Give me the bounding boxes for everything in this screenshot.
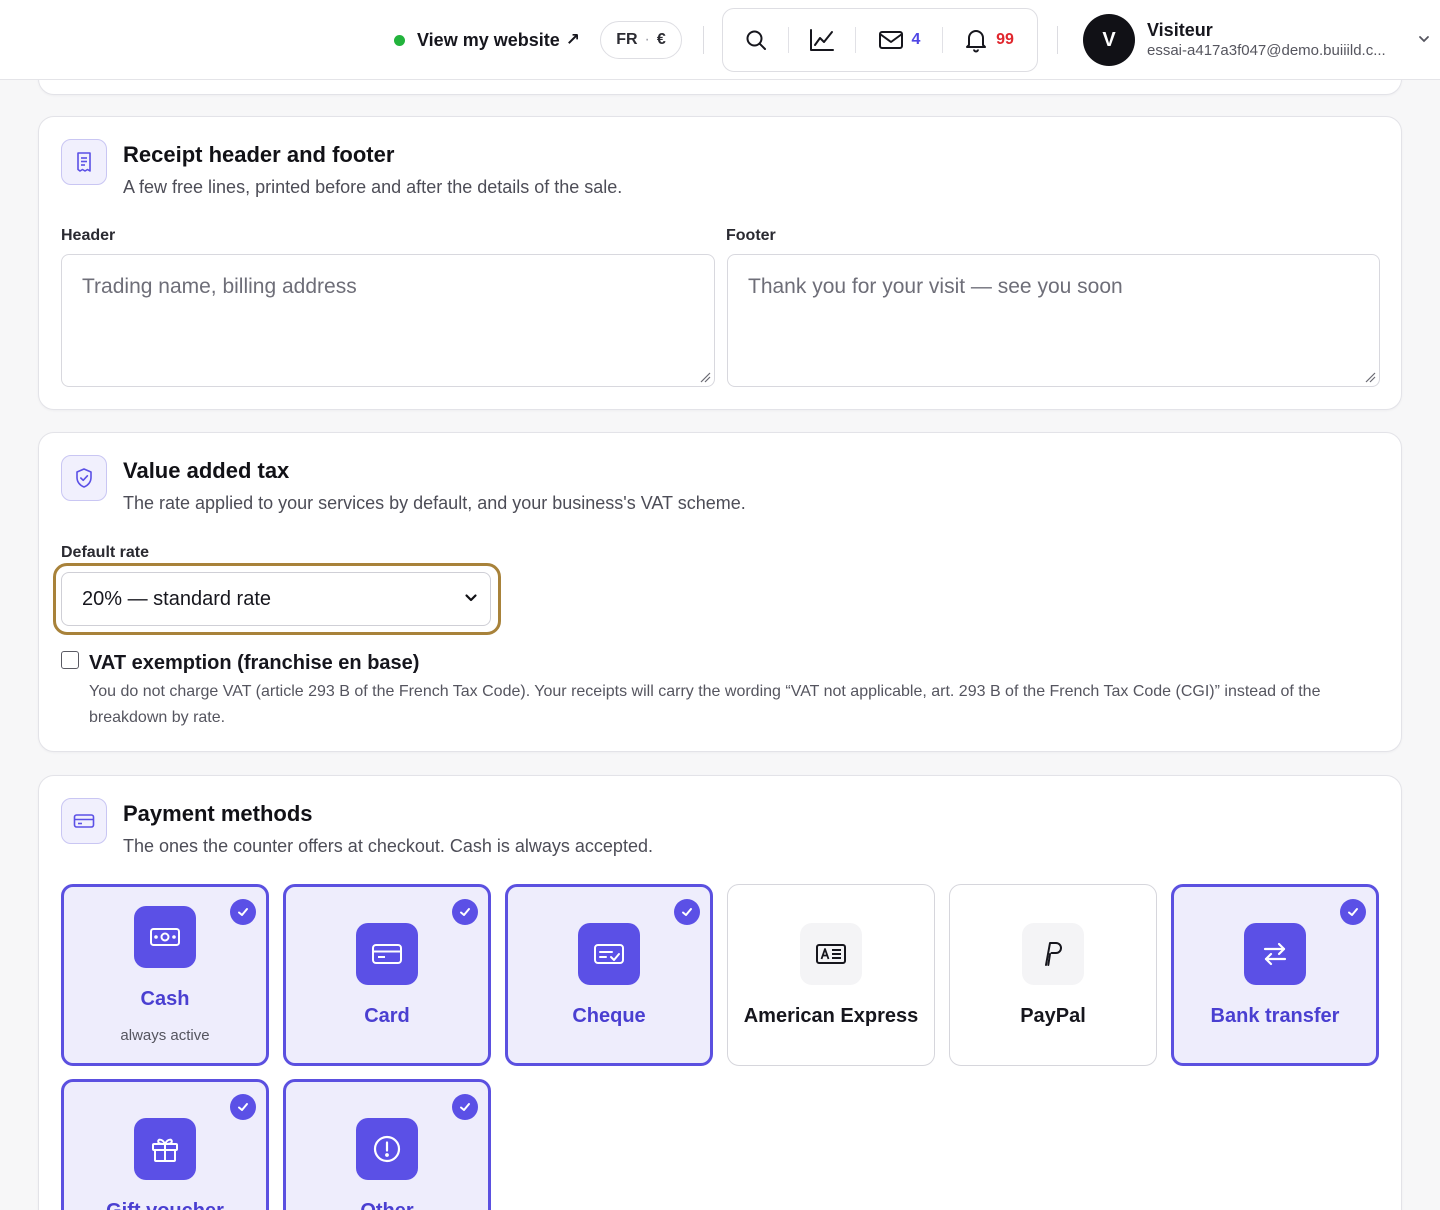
receipt-subtitle: A few free lines, printed before and aft…: [123, 177, 623, 197]
analytics-button[interactable]: [789, 9, 855, 71]
default-rate-value: 20% — standard rate: [82, 587, 271, 610]
locale-separator: ·: [644, 31, 650, 48]
default-rate-label: Default rate: [61, 544, 150, 561]
payment-method-label: Cash: [140, 988, 190, 1010]
payment-method-label: Card: [364, 1004, 410, 1027]
vat-title: Value added tax: [123, 458, 290, 483]
user-menu[interactable]: V Visiteur essai-a417a3f047@demo.buiiild…: [1083, 14, 1409, 66]
payment-method-label: Bank transfer: [1210, 1004, 1340, 1027]
notifications-button[interactable]: 99: [943, 9, 1035, 71]
receipt-icon: [61, 139, 107, 185]
card-icon: [356, 922, 418, 985]
view-website-link[interactable]: View my website ↗: [394, 26, 580, 54]
payment-title: Payment methods: [123, 801, 313, 826]
payment-method-label: Other: [360, 1200, 413, 1210]
mail-icon: [878, 31, 903, 49]
payment-method-gift-voucher[interactable]: Gift voucher: [61, 1079, 269, 1210]
default-rate-select[interactable]: 20% — standard rate: [61, 572, 491, 626]
credit-card-icon: [61, 798, 107, 844]
payment-methods-section: Payment methods The ones the counter off…: [38, 775, 1402, 1210]
header-placeholder: Trading name, billing address: [82, 275, 357, 298]
payment-method-amex[interactable]: American Express: [727, 884, 935, 1066]
payment-method-label: PayPal: [1020, 1004, 1086, 1027]
check-icon: [230, 899, 256, 925]
chevron-down-icon: [465, 594, 477, 602]
search-icon: [746, 30, 766, 50]
chart-icon: [810, 29, 834, 51]
toolbar: 4 99: [722, 8, 1038, 72]
user-name: Visiteur: [1147, 20, 1213, 40]
vat-subtitle: The rate applied to your services by def…: [123, 493, 746, 513]
payment-method-label: Gift voucher: [106, 1200, 224, 1210]
gift-icon: [134, 1117, 196, 1180]
footer-textarea[interactable]: Thank you for your visit — see you soon: [727, 254, 1380, 387]
payment-method-note: always active: [120, 1027, 210, 1044]
divider: [1057, 26, 1058, 54]
resize-grip-icon[interactable]: [1364, 371, 1376, 383]
chevron-down-icon[interactable]: [1417, 32, 1431, 46]
payment-method-label: American Express: [743, 1004, 919, 1027]
transfer-icon: [1244, 922, 1306, 985]
payment-subtitle: The ones the counter offers at checkout.…: [123, 836, 653, 856]
user-email: essai-a417a3f047@demo.buiiild.c...: [1147, 42, 1386, 59]
top-bar: View my website ↗ FR · € 4 99 V Visiteur…: [0, 0, 1440, 80]
payment-method-bank-transfer[interactable]: Bank transfer: [1171, 884, 1379, 1066]
messages-button[interactable]: 4: [856, 9, 942, 71]
payment-method-cash[interactable]: Cash always active: [61, 884, 269, 1066]
check-icon: [674, 899, 700, 925]
notifications-count: 99: [996, 31, 1014, 48]
payment-method-cheque[interactable]: Cheque: [505, 884, 713, 1066]
check-icon: [452, 899, 478, 925]
check-icon: [452, 1094, 478, 1120]
messages-count: 4: [911, 31, 921, 48]
payment-method-card[interactable]: Card: [283, 884, 491, 1066]
other-icon: [356, 1117, 418, 1180]
vat-exemption-help: You do not charge VAT (article 293 B of …: [89, 683, 1321, 726]
locale-switcher[interactable]: FR · €: [600, 21, 682, 59]
footer-label: Footer: [726, 227, 776, 244]
check-icon: [230, 1094, 256, 1120]
receipt-section: Receipt header and footer A few free lin…: [38, 116, 1402, 410]
payment-method-other[interactable]: Other: [283, 1079, 491, 1210]
search-button[interactable]: [723, 9, 788, 71]
avatar: V: [1083, 14, 1135, 66]
external-link-icon: ↗: [565, 30, 580, 49]
vat-section: Value added tax The rate applied to your…: [38, 432, 1402, 752]
shield-icon: [61, 455, 107, 501]
online-status-dot: [394, 34, 405, 46]
paypal-icon: [1022, 922, 1084, 985]
amex-icon: [800, 922, 862, 985]
vat-exemption-checkbox[interactable]: [61, 651, 79, 669]
cheque-icon: [578, 922, 640, 985]
receipt-title: Receipt header and footer: [123, 142, 395, 167]
header-label: Header: [61, 227, 116, 244]
cash-icon: [134, 906, 196, 968]
footer-placeholder: Thank you for your visit — see you soon: [748, 275, 1123, 298]
header-textarea[interactable]: Trading name, billing address: [61, 254, 715, 387]
bell-icon: [966, 30, 987, 53]
divider: [703, 26, 704, 54]
payment-method-paypal[interactable]: PayPal: [949, 884, 1157, 1066]
view-website-label: View my website: [417, 29, 560, 50]
resize-grip-icon[interactable]: [699, 371, 711, 383]
locale-language: FR: [616, 31, 638, 48]
locale-currency: €: [656, 31, 666, 48]
check-icon: [1340, 899, 1366, 925]
payment-method-label: Cheque: [572, 1004, 646, 1027]
vat-exemption-label[interactable]: VAT exemption (franchise en base): [89, 652, 419, 675]
